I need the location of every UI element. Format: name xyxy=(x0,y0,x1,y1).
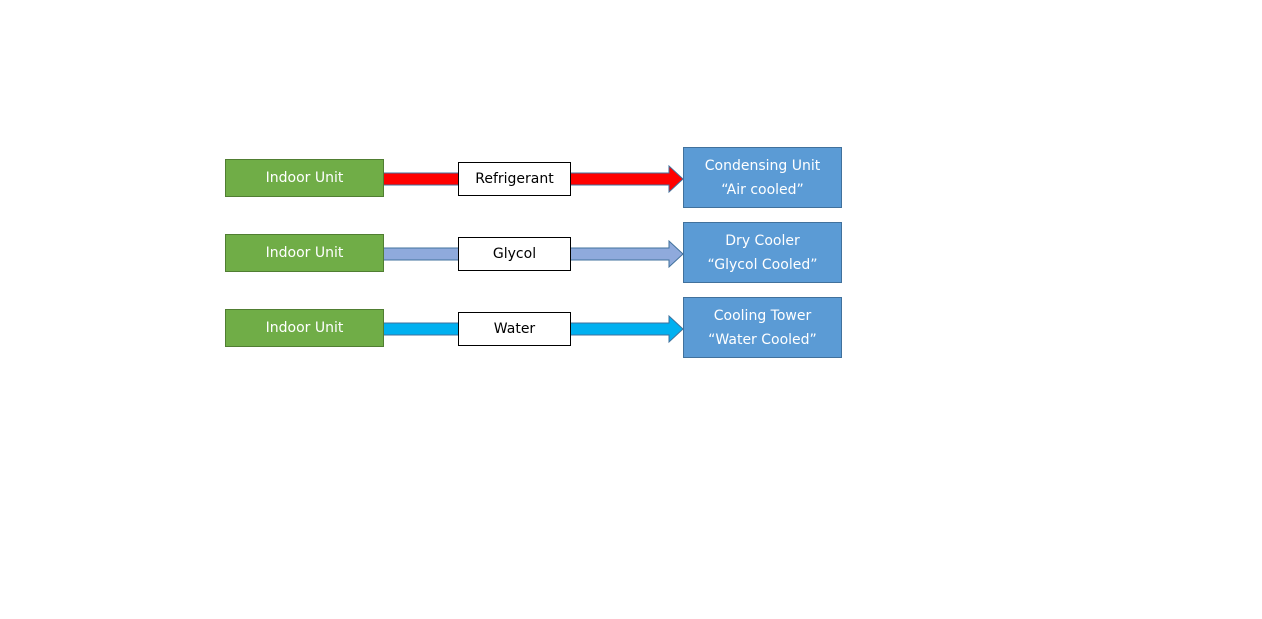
indoor-unit-box: Indoor Unit xyxy=(225,234,384,272)
indoor-unit-box: Indoor Unit xyxy=(225,159,384,197)
target-subtitle: “Glycol Cooled” xyxy=(707,256,818,273)
target-title: Cooling Tower xyxy=(713,307,812,324)
dry-cooler-box: Dry Cooler “Glycol Cooled” xyxy=(683,222,842,283)
medium-label-refrigerant: Refrigerant xyxy=(458,162,571,196)
cooling-tower-box: Cooling Tower “Water Cooled” xyxy=(683,297,842,358)
medium-label-glycol: Glycol xyxy=(458,237,571,271)
medium-label-water: Water xyxy=(458,312,571,346)
condensing-unit-box: Condensing Unit “Air cooled” xyxy=(683,147,842,208)
indoor-unit-box: Indoor Unit xyxy=(225,309,384,347)
target-subtitle: “Air cooled” xyxy=(721,181,804,198)
target-title: Dry Cooler xyxy=(725,232,800,249)
target-subtitle: “Water Cooled” xyxy=(708,331,817,348)
target-title: Condensing Unit xyxy=(704,157,821,174)
